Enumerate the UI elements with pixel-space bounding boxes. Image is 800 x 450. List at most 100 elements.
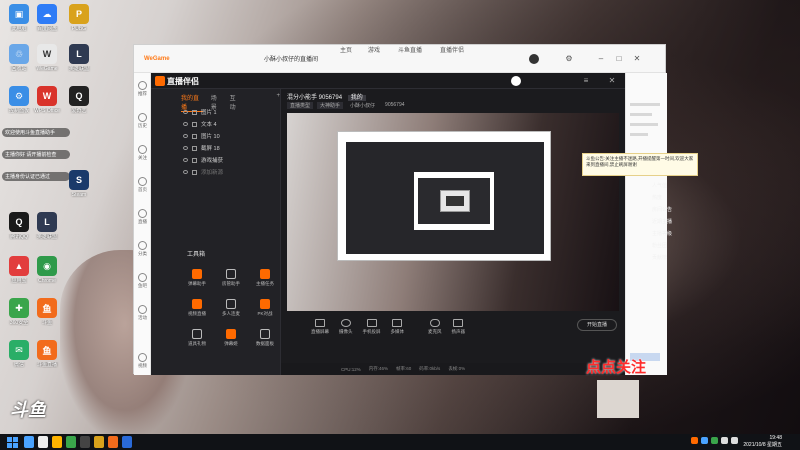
companion-menu-icon[interactable]: ≡ <box>581 76 591 86</box>
ctrl-mic[interactable]: 麦克风 <box>428 319 442 335</box>
companion-close-icon[interactable]: ✕ <box>607 76 617 86</box>
tool-danmu-ji[interactable]: 弹幕姬 <box>219 329 243 347</box>
lock-icon[interactable] <box>192 133 197 139</box>
wegame-icon: W <box>37 44 57 64</box>
network-icon[interactable] <box>731 437 738 444</box>
tool-gift[interactable]: 道具礼物 <box>185 329 209 347</box>
lock-icon[interactable] <box>192 157 197 163</box>
lock-icon[interactable] <box>192 145 197 151</box>
eye-icon[interactable] <box>183 158 188 162</box>
tab-wegame[interactable]: WeGame <box>138 51 176 67</box>
desktop-icon-lol-2[interactable]: L 英雄联盟 <box>30 212 64 240</box>
cloud-icon: ☁ <box>37 4 57 24</box>
desktop-icon-pubg[interactable]: P PUBG <box>62 4 96 32</box>
sidebar-item-events[interactable]: 活动 <box>134 305 151 321</box>
taskbar-app[interactable] <box>24 436 34 448</box>
eye-icon <box>183 170 188 174</box>
taskbar-app[interactable] <box>66 436 76 448</box>
tool-pk[interactable]: PK对战 <box>253 299 277 317</box>
sidebar-item-video[interactable]: 视频 <box>134 353 151 369</box>
desktop-icon-wps[interactable]: W WPS Office <box>30 86 64 114</box>
lock-icon[interactable] <box>192 109 197 115</box>
sidebar-item-category[interactable]: 分类 <box>134 241 151 257</box>
taskbar-clock[interactable]: 19:48 2021/10/8 星期五 <box>743 435 782 448</box>
sidebar-item-recommend[interactable]: 推荐 <box>134 81 151 97</box>
desktop-icon-iqiyi[interactable]: Q 爱奇艺 <box>62 86 96 114</box>
source-item[interactable]: 图片 1 <box>183 107 217 117</box>
sidebar-item-home[interactable]: 首页 <box>134 177 151 193</box>
desktop-icon-steam[interactable]: S Steam <box>62 170 96 198</box>
eye-icon[interactable] <box>183 146 188 150</box>
volume-icon[interactable] <box>721 437 728 444</box>
nested-window-level-2 <box>414 172 494 230</box>
eye-icon[interactable] <box>183 122 188 126</box>
stream-preview[interactable] <box>287 113 619 311</box>
tray-icon[interactable] <box>701 437 708 444</box>
follow-overlay-text: 点点关注 <box>586 359 647 376</box>
taskbar-app[interactable] <box>52 436 62 448</box>
tab-home[interactable]: 主页 <box>334 41 358 57</box>
sidebar-item-history[interactable]: 历史 <box>134 113 151 129</box>
close-icon[interactable]: ✕ <box>632 54 642 64</box>
companion-logo-icon <box>155 76 165 86</box>
desktop-icon-baidu[interactable]: ☁ 百度网盘 <box>30 4 64 32</box>
taskbar-app[interactable] <box>80 436 90 448</box>
tool-video-live[interactable]: 视频直播 <box>185 299 209 317</box>
sidebar-item-follow[interactable]: 关注 <box>134 145 151 161</box>
minimize-icon[interactable]: – <box>596 54 606 64</box>
phone-icon <box>366 319 377 327</box>
tool-danmu[interactable]: 弹幕助手 <box>185 269 209 287</box>
source-item[interactable]: 图片 10 <box>183 131 220 141</box>
companion-avatar[interactable] <box>511 76 521 86</box>
ctrl-speaker[interactable]: 扬声器 <box>452 319 465 335</box>
user-avatar[interactable] <box>529 54 539 64</box>
ctrl-phone[interactable]: 手机投屏 <box>363 319 381 335</box>
start-live-button[interactable]: 开始直播 <box>577 319 617 331</box>
tool-task[interactable]: 主播任务 <box>253 269 277 287</box>
source-item[interactable]: 截屏 18 <box>183 143 220 153</box>
douyu-icon: 鱼 <box>37 298 57 318</box>
task-icon <box>260 269 270 279</box>
lock-icon[interactable] <box>192 121 197 127</box>
desktop-icon-douyu[interactable]: 鱼斗鱼 <box>30 298 64 326</box>
source-item[interactable]: 文本 4 <box>183 119 217 129</box>
add-source-item[interactable]: 添加新源 <box>183 167 223 177</box>
start-button[interactable] <box>7 436 18 448</box>
tab-douyu[interactable]: 斗鱼直播 <box>392 41 428 57</box>
sidebar-item-live[interactable]: 直播 <box>134 209 151 225</box>
tool-data-panel[interactable]: 数据面板 <box>253 329 277 347</box>
tool-multi-mic[interactable]: 多人连麦 <box>219 299 243 317</box>
add-scene-icon[interactable]: + <box>276 93 280 112</box>
eye-icon[interactable] <box>183 110 188 114</box>
eye-icon[interactable] <box>183 134 188 138</box>
desktop-icon-chrome[interactable]: ◉ Chrome <box>30 256 64 284</box>
camera-icon <box>340 319 351 327</box>
taskbar-app[interactable] <box>94 436 104 448</box>
status-bar: CPU:12% 内存:46% 帧率:60 码率:0kb/s 丢帧:0% <box>281 363 625 375</box>
user-icon <box>226 269 236 279</box>
room-tag[interactable]: 我的 <box>347 95 366 101</box>
taskbar-app[interactable] <box>122 436 132 448</box>
tab-companion[interactable]: 直播伴侣 <box>434 41 470 57</box>
desktop-icon-lol[interactable]: L 英雄联盟 <box>62 44 96 72</box>
toolbox-title: 工具箱 <box>187 252 206 258</box>
tab-interact[interactable]: 互动 <box>230 93 241 112</box>
ctrl-screen[interactable]: 直播屏幕 <box>311 319 329 335</box>
ctrl-media[interactable]: 多媒体 <box>391 319 404 335</box>
source-item[interactable]: 游戏捕获 <box>183 155 223 165</box>
desktop-icon-wegame[interactable]: W WeGame <box>30 44 64 72</box>
gift-icon <box>192 329 202 339</box>
taskbar-app[interactable] <box>38 436 48 448</box>
clock-icon <box>138 113 147 122</box>
tray-icon[interactable] <box>711 437 718 444</box>
settings-icon[interactable]: ⚙ <box>564 54 574 64</box>
desktop-icon-douyu-live[interactable]: 鱼斗鱼直播 <box>30 340 64 368</box>
taskbar-app[interactable] <box>108 436 118 448</box>
tool-room-admin[interactable]: 房管助手 <box>219 269 243 287</box>
maximize-icon[interactable]: □ <box>614 54 624 64</box>
sidebar-item-fishbar[interactable]: 鱼吧 <box>134 273 151 289</box>
danmu-icon <box>192 269 202 279</box>
ctrl-camera[interactable]: 摄像头 <box>339 319 353 335</box>
tab-games[interactable]: 游戏 <box>362 41 386 57</box>
tray-icon[interactable] <box>691 437 698 444</box>
